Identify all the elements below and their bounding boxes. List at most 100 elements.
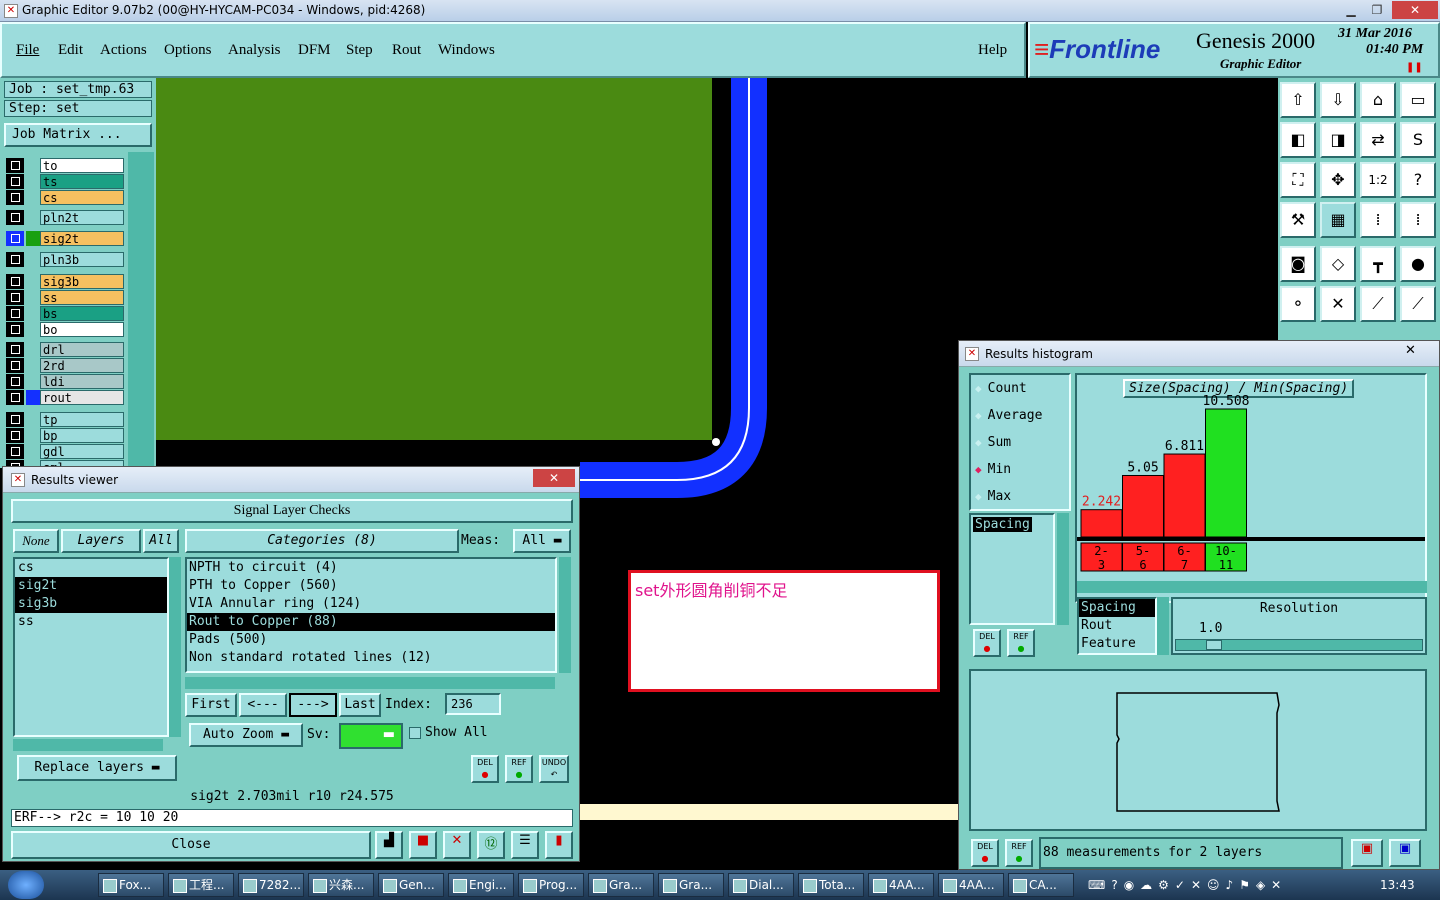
option-sum[interactable]: ◆ Sum xyxy=(971,429,1069,456)
layer-checkbox[interactable] xyxy=(6,444,24,459)
layer-row-sig3b[interactable]: sig3b xyxy=(6,274,124,289)
layer-list-item[interactable]: ss xyxy=(15,613,167,631)
layer-checkbox[interactable] xyxy=(6,174,24,189)
layer-checkbox[interactable] xyxy=(6,428,24,443)
start-button[interactable] xyxy=(8,871,44,899)
red-box-icon[interactable]: ■ xyxy=(409,831,437,859)
layer-row-bs[interactable]: bs xyxy=(6,306,124,321)
taskbar-item[interactable]: Gra... xyxy=(658,873,724,897)
taskbar-item[interactable]: Engi... xyxy=(448,873,514,897)
ruler-icon[interactable]: ┳ xyxy=(1360,246,1396,282)
histogram-bar[interactable] xyxy=(1163,453,1206,538)
prev-button[interactable]: <--- xyxy=(239,693,287,717)
none-button[interactable]: None xyxy=(13,529,59,553)
link-icon[interactable]: ⟋ xyxy=(1360,286,1396,322)
taskbar-item[interactable]: 兴森... xyxy=(308,873,374,897)
layer-row-ts[interactable]: ts xyxy=(6,174,124,189)
taskbar-item[interactable]: 工程... xyxy=(168,873,234,897)
minimize-icon[interactable]: ▁ xyxy=(1338,1,1364,19)
close-icon[interactable]: ✕ xyxy=(533,469,575,487)
categories-button[interactable]: Categories (8) xyxy=(185,529,459,553)
layer-list-scrollbar[interactable] xyxy=(169,557,181,737)
layer-row-bo[interactable]: bo xyxy=(6,322,124,337)
layer-checkbox[interactable] xyxy=(6,306,24,321)
ref-button[interactable]: REF ● xyxy=(505,755,533,783)
layer-row-ss[interactable]: ss xyxy=(6,290,124,305)
menu-options[interactable]: Options xyxy=(164,42,212,59)
layer-row-2rd[interactable]: 2rd xyxy=(6,358,124,373)
layer-row-tp[interactable]: tp xyxy=(6,412,124,427)
layer-row-rout[interactable]: rout xyxy=(6,390,124,405)
taskbar-item[interactable]: Tota... xyxy=(798,873,864,897)
layer-checkbox[interactable] xyxy=(6,252,24,267)
measure-scrollbar[interactable] xyxy=(1057,513,1069,625)
radio-diamond-icon[interactable]: ◆ xyxy=(975,382,982,395)
export-icon[interactable]: ⇧ xyxy=(1280,82,1316,118)
del-button[interactable]: DEL ● xyxy=(471,755,499,783)
grid-icon[interactable]: ▦ xyxy=(1320,202,1356,238)
home-icon[interactable]: ⌂ xyxy=(1360,82,1396,118)
layer-row-pln3b[interactable]: pln3b xyxy=(6,252,124,267)
measure-list[interactable]: Spacing xyxy=(969,513,1055,625)
type-list[interactable]: Spacing Rout Feature xyxy=(1077,597,1157,655)
signal-layer-checks-header[interactable]: Signal Layer Checks xyxy=(11,499,573,523)
sv-color-dropdown[interactable]: ▬ xyxy=(339,723,403,749)
layer-checkbox[interactable] xyxy=(6,358,24,373)
menu-help[interactable]: Help xyxy=(978,42,1007,59)
ref-button-bottom[interactable]: REF ● xyxy=(1005,839,1033,867)
layer-row-to[interactable]: to xyxy=(6,158,124,173)
del-button[interactable]: DEL ● xyxy=(973,629,1001,657)
layer-row-ldi[interactable]: ldi xyxy=(6,374,124,389)
notes-icon[interactable]: ☰ xyxy=(511,831,539,859)
counter-icon[interactable]: ⑫ xyxy=(477,831,505,859)
layer-checkbox[interactable] xyxy=(6,274,24,289)
layer-list-item[interactable]: cs xyxy=(15,559,167,577)
layer-row-bp[interactable]: bp xyxy=(6,428,124,443)
taskbar-item[interactable]: CA... xyxy=(1008,873,1074,897)
first-button[interactable]: First xyxy=(185,693,237,717)
menu-edit[interactable]: Edit xyxy=(58,42,83,59)
radio-diamond-icon[interactable]: ◆ xyxy=(975,436,982,449)
layer-checkbox[interactable] xyxy=(6,322,24,337)
layer-checkbox[interactable] xyxy=(6,342,24,357)
taskbar-item[interactable]: Gra... xyxy=(588,873,654,897)
question-icon[interactable]: ? xyxy=(1400,162,1436,198)
snap-icon[interactable]: ⁞ xyxy=(1360,202,1396,238)
option-min[interactable]: ◆ Min xyxy=(971,456,1069,483)
option-max[interactable]: ◆ Max xyxy=(971,483,1069,510)
layer-row-drl[interactable]: drl xyxy=(6,342,124,357)
categories-hscroll[interactable] xyxy=(185,677,555,689)
del-button-bottom[interactable]: DEL ● xyxy=(971,839,999,867)
radio-diamond-icon[interactable]: ◆ xyxy=(975,409,982,422)
menu-windows[interactable]: Windows xyxy=(438,42,495,59)
link-red-icon[interactable]: ⟋ xyxy=(1400,286,1436,322)
show-all-checkbox[interactable] xyxy=(409,727,421,739)
replace-layers-dropdown[interactable]: Replace layers ▬ xyxy=(17,755,177,781)
taskbar-item[interactable]: 7282... xyxy=(238,873,304,897)
histogram-bar[interactable] xyxy=(1080,509,1123,538)
next-button[interactable]: ---> xyxy=(289,693,337,717)
job-matrix-button[interactable]: Job Matrix ... xyxy=(4,123,152,147)
undo-button[interactable]: UNDO ↶ xyxy=(539,755,569,783)
layer-checkbox[interactable] xyxy=(6,390,24,405)
categories-scrollbar[interactable] xyxy=(559,557,571,673)
taskbar-item[interactable]: 4AA... xyxy=(868,873,934,897)
close-icon[interactable]: ✕ xyxy=(1405,343,1416,358)
swap-icon[interactable]: ⇄ xyxy=(1360,122,1396,158)
type-item[interactable]: Feature xyxy=(1079,635,1155,653)
radio-diamond-icon[interactable]: ◆ xyxy=(975,490,982,503)
scale-icon[interactable]: 1:2 xyxy=(1360,162,1396,198)
center-icon[interactable]: ✥ xyxy=(1320,162,1356,198)
layer-row-sig2t[interactable]: sig2t xyxy=(6,231,124,246)
layer-list-hscroll[interactable] xyxy=(13,739,163,751)
ref-button[interactable]: REF ● xyxy=(1007,629,1035,657)
layers-button[interactable]: Layers xyxy=(61,529,141,553)
node-icon[interactable]: ⚬ xyxy=(1280,286,1316,322)
last-button[interactable]: Last xyxy=(339,693,381,717)
type-scrollbar[interactable] xyxy=(1157,597,1169,655)
all-button[interactable]: All xyxy=(143,529,179,553)
layer-row-pln2t[interactable]: pln2t xyxy=(6,210,124,225)
category-item[interactable]: Non standard rotated lines (12) xyxy=(187,649,555,667)
resolution-slider-handle[interactable] xyxy=(1206,640,1222,650)
layer-checkbox[interactable] xyxy=(6,231,24,246)
